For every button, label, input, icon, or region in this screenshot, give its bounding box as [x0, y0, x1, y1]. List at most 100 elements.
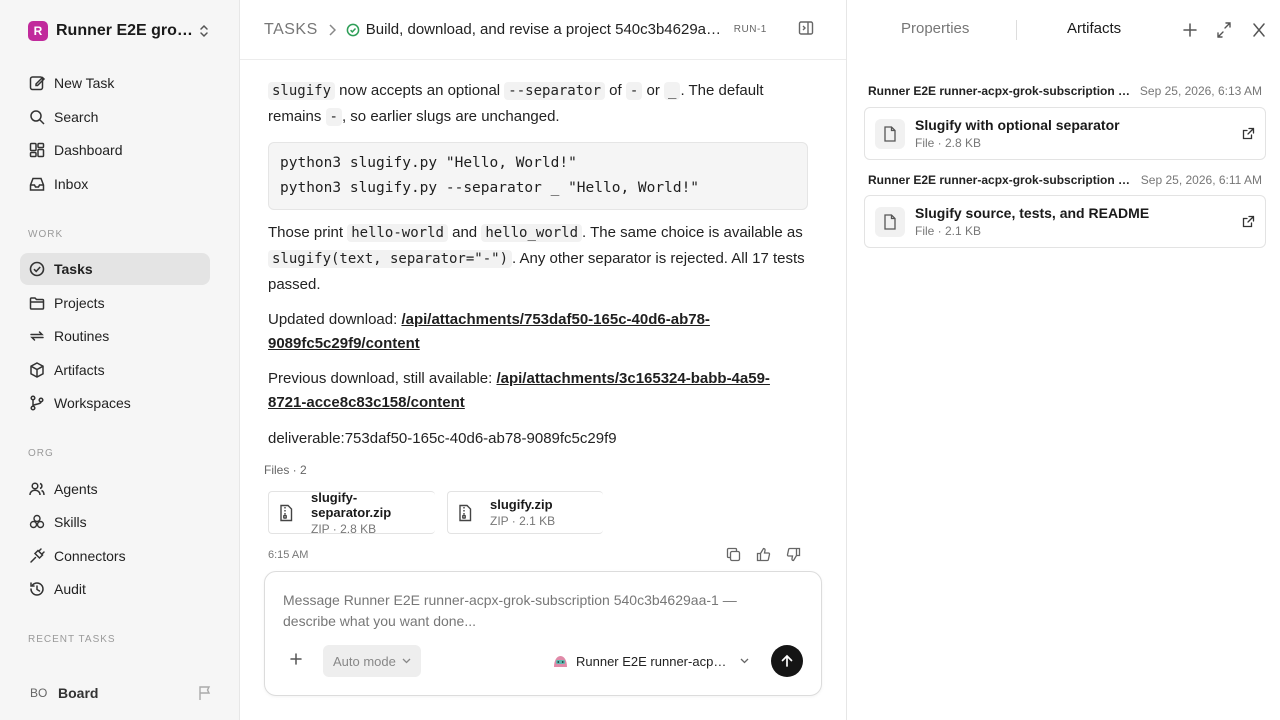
chevron-right-icon	[328, 23, 336, 36]
text: Those print	[268, 224, 348, 241]
artifact-group-date: Sep 25, 2026, 6:13 AM	[1139, 84, 1262, 98]
artifact-item[interactable]: Slugify source, tests, and README File ·…	[864, 195, 1266, 248]
external-link-icon[interactable]	[1242, 215, 1255, 228]
deliverable-id: deliverable:753daf50-165c-40d6-ab78-9089…	[268, 430, 617, 447]
nav-agents[interactable]: Agents	[20, 473, 210, 505]
add-attachment-icon[interactable]	[289, 652, 303, 666]
files-label: Files · 2	[264, 463, 307, 477]
file-meta: ZIP · 2.1 KB	[490, 514, 556, 528]
agent-name: Runner E2E runner-acpx-grok-subscription	[576, 653, 732, 669]
text: now accepts an optional	[335, 82, 505, 99]
board-user[interactable]: BO Board	[20, 678, 220, 708]
board-name: Board	[58, 685, 99, 701]
cube-icon	[28, 361, 46, 379]
chevron-up-down-icon	[198, 24, 210, 38]
text: Previous download, still available:	[268, 370, 497, 387]
nav-new-task[interactable]: New Task	[20, 67, 210, 99]
inline-code: hello-world	[347, 224, 448, 242]
inline-code: --separator	[504, 82, 606, 100]
close-icon[interactable]	[1252, 20, 1266, 40]
message-paragraph: slugify now accepts an optional --separa…	[268, 78, 808, 130]
text: Updated download:	[268, 311, 402, 328]
nav-projects[interactable]: Projects	[20, 287, 210, 319]
tab-divider	[1016, 20, 1017, 40]
tasks-icon	[28, 260, 46, 278]
text: and	[447, 224, 482, 241]
artifact-group-date: Sep 25, 2026, 6:11 AM	[1140, 173, 1262, 187]
inline-code: hello_world	[481, 224, 583, 242]
nav-connectors[interactable]: Connectors	[20, 540, 210, 572]
artifact-group-header: Runner E2E runner-acpx-grok-subscription…	[868, 84, 1262, 98]
nav-label: Inbox	[54, 176, 89, 192]
workspace-switcher[interactable]: R Runner E2E grok-subscription	[20, 16, 220, 46]
skills-icon	[28, 513, 46, 531]
history-icon	[28, 580, 46, 598]
expand-icon[interactable]	[1216, 20, 1232, 40]
text: or	[642, 82, 664, 99]
nav-label: Connectors	[54, 548, 126, 564]
artifact-meta: File · 2.1 KB	[915, 224, 982, 238]
chevron-down-icon	[740, 658, 749, 664]
mode-selector[interactable]: Auto mode	[323, 645, 421, 677]
send-button[interactable]	[771, 645, 803, 677]
artifact-name: Slugify with optional separator	[915, 117, 1120, 133]
file-name: slugify-separator.zip	[311, 489, 392, 520]
message-input[interactable]	[283, 590, 793, 636]
external-link-icon[interactable]	[1242, 127, 1255, 140]
nav-artifacts[interactable]: Artifacts	[20, 354, 210, 386]
nav-audit[interactable]: Audit	[20, 573, 210, 605]
search-icon	[28, 108, 46, 126]
run-badge: RUN-1	[733, 24, 767, 35]
nav-dashboard[interactable]: Dashboard	[20, 134, 210, 166]
nav-routines[interactable]: Routines	[20, 320, 210, 352]
section-label-org: ORG	[28, 448, 54, 459]
routine-icon	[28, 327, 46, 345]
nav-workspaces[interactable]: Workspaces	[20, 387, 210, 419]
nav-search[interactable]: Search	[20, 101, 210, 133]
sidebar: R Runner E2E grok-subscription New Task …	[0, 0, 240, 720]
mode-label: Auto mode	[333, 653, 396, 669]
inbox-icon	[28, 175, 46, 193]
copy-icon[interactable]	[726, 547, 741, 562]
thumbs-up-icon[interactable]	[756, 547, 771, 562]
message-composer: Auto mode Runner E2E runner-acpx-grok-su…	[264, 571, 822, 696]
avatar: BO	[30, 686, 48, 700]
code-line: python3 slugify.py --separator _ "Hello,…	[280, 180, 700, 196]
nav-label: Tasks	[54, 261, 93, 277]
file-icon	[875, 118, 905, 149]
agent-selector[interactable]: Runner E2E runner-acpx-grok-subscription	[553, 650, 749, 672]
inline-code: slugify	[268, 82, 336, 100]
message-paragraph: Those print hello-world and hello_world.…	[268, 220, 808, 298]
thumbs-down-icon[interactable]	[786, 547, 801, 562]
status-done-icon	[346, 23, 360, 37]
nav-label: Search	[54, 109, 99, 125]
section-label-recent: RECENT TASKS	[28, 634, 116, 645]
nav-label: Skills	[54, 514, 87, 530]
artifact-meta: File · 2.8 KB	[915, 136, 982, 150]
artifact-item[interactable]: Slugify with optional separator File · 2…	[864, 107, 1266, 160]
nav-label: Dashboard	[54, 142, 123, 158]
arrow-up-icon	[780, 654, 794, 668]
artifact-name: Slugify source, tests, and README	[915, 205, 1150, 221]
file-attachment[interactable]: slugify.zip ZIP · 2.1 KB	[447, 491, 603, 534]
file-attachment[interactable]: slugify-separator.zip ZIP · 2.8 KB	[268, 489, 435, 536]
new-task-icon	[28, 74, 46, 92]
nav-inbox[interactable]: Inbox	[20, 168, 210, 200]
nav-label: Audit	[54, 581, 86, 597]
code-block: python3 slugify.py "Hello, World!" python…	[268, 142, 808, 210]
dashboard-icon	[28, 141, 46, 159]
flag-icon[interactable]	[198, 685, 212, 701]
tab-properties[interactable]: Properties	[901, 20, 969, 37]
text: , so earlier slugs are unchanged.	[341, 108, 560, 125]
artifact-group-title: Runner E2E runner-acpx-grok-subscription…	[868, 84, 1132, 98]
nav-tasks[interactable]: Tasks	[20, 253, 210, 285]
tab-artifacts[interactable]: Artifacts	[1067, 20, 1121, 37]
plus-icon[interactable]	[1183, 20, 1197, 40]
workspace-name: Runner E2E grok-subscription	[56, 22, 196, 39]
plug-icon	[28, 547, 46, 565]
panel-toggle-icon[interactable]	[798, 20, 814, 36]
breadcrumb-tasks[interactable]: TASKS	[264, 21, 318, 39]
nav-skills[interactable]: Skills	[20, 506, 210, 538]
inline-code: -	[325, 108, 342, 126]
folder-icon	[28, 294, 46, 312]
